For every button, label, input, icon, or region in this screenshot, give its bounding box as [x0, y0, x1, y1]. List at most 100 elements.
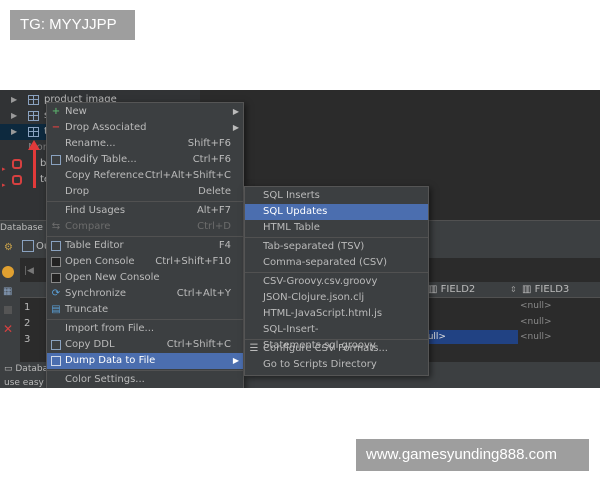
submenu-item-sql-inserts[interactable]: SQL Inserts	[245, 188, 428, 204]
menu-item-compare[interactable]: ⇆ Compare Ctrl+D	[47, 219, 243, 235]
datasource-icon	[12, 175, 22, 185]
submenu-item-csv-groovy[interactable]: CSV-Groovy.csv.groovy	[245, 274, 428, 290]
menu-item-shortcut: Ctrl+F6	[192, 154, 231, 165]
ide-window: ▶ product image ▶ s ▶ t Mor ▸ b ▸ te	[0, 90, 600, 388]
watermark-bottom-right: www.gamesyunding888.com	[356, 439, 589, 471]
menu-separator	[245, 339, 428, 340]
table-icon	[28, 127, 39, 137]
status-text: use easy	[4, 378, 44, 388]
menu-item-label: Modify Table...	[65, 154, 137, 165]
submenu-item-configure-csv[interactable]: ☰ Configure CSV Formats...	[245, 341, 428, 357]
menu-item-open-new-console[interactable]: Open New Console	[47, 270, 243, 286]
menu-item-label: Drop Associated	[65, 122, 147, 133]
column-header-field3[interactable]: ▥ FIELD3	[522, 284, 569, 295]
menu-item-open-console[interactable]: Open Console Ctrl+Shift+F10	[47, 254, 243, 270]
menu-item-import-from-file[interactable]: Import from File...	[47, 321, 243, 337]
menu-item-synchronize[interactable]: ⟳ Synchronize Ctrl+Alt+Y	[47, 286, 243, 302]
configure-icon: ☰	[249, 343, 259, 354]
stop-icon[interactable]	[4, 306, 12, 314]
menu-separator	[47, 201, 243, 202]
red-arrow-annotation	[28, 140, 40, 188]
menu-item-shortcut: Ctrl+Alt+Shift+C	[144, 170, 231, 181]
bottom-tab-database[interactable]: ▭ Databa	[4, 364, 48, 374]
menu-item-table-editor[interactable]: Table Editor F4	[47, 238, 243, 254]
watermark-top-left: TG: MYYJJPP	[10, 10, 135, 40]
menu-item-copy-reference[interactable]: Copy Reference Ctrl+Alt+Shift+C	[47, 168, 243, 184]
bottom-tab-label: Databa	[15, 364, 49, 374]
first-page-icon[interactable]: |◀	[24, 266, 34, 276]
sort-icon[interactable]: ⇕	[510, 285, 517, 294]
table-icon	[28, 111, 39, 121]
menu-item-label: Rename...	[65, 138, 116, 149]
table-icon	[51, 155, 61, 165]
menu-item-modify-table[interactable]: Modify Table... Ctrl+F6	[47, 152, 243, 168]
grid-icon[interactable]: ▦	[3, 286, 12, 297]
submenu-item-csv[interactable]: Comma-separated (CSV)	[245, 255, 428, 271]
column-label: FIELD2	[440, 284, 476, 295]
menu-item-label: Copy DDL	[65, 339, 115, 350]
menu-item-shortcut: Ctrl+Alt+Y	[176, 288, 231, 299]
grid-cell[interactable]: <null>	[520, 301, 552, 311]
wrench-icon[interactable]: ⚙	[4, 242, 13, 253]
table-editor-icon	[51, 241, 61, 251]
menu-item-label: Open New Console	[65, 272, 160, 283]
grid-cell[interactable]: <null>	[520, 317, 552, 327]
menu-item-shortcut: Alt+F7	[196, 205, 231, 216]
menu-item-shortcut: Ctrl+D	[197, 221, 231, 232]
expand-triangle-icon[interactable]: ▶	[11, 108, 17, 124]
plugin-icon[interactable]	[2, 266, 14, 278]
menu-item-shortcut: Ctrl+Shift+C	[166, 339, 231, 350]
menu-item-truncate[interactable]: ▤ Truncate	[47, 302, 243, 318]
minus-icon: −	[51, 122, 61, 133]
menu-item-shortcut: Ctrl+Shift+F10	[155, 256, 231, 267]
expand-triangle-icon[interactable]: ▶	[11, 92, 17, 108]
menu-item-rename[interactable]: Rename... Shift+F6	[47, 136, 243, 152]
menu-item-label: Import from File...	[65, 323, 155, 334]
menu-separator	[245, 272, 428, 273]
grid-cell[interactable]: <null>	[520, 332, 552, 342]
menu-item-new[interactable]: + New ▶	[47, 104, 243, 120]
expand-triangle-icon[interactable]: ▶	[11, 124, 17, 140]
submenu-arrow-icon: ▶	[232, 356, 239, 365]
menu-item-label: Color Settings...	[65, 374, 145, 385]
submenu-arrow-icon: ▶	[232, 123, 239, 132]
submenu-item-sql-insert-statements[interactable]: SQL-Insert-Statements.sql.groovy	[245, 322, 428, 351]
menu-item-color-settings[interactable]: Color Settings...	[47, 372, 243, 388]
menu-item-label: Synchronize	[65, 288, 126, 299]
datasource-icon	[12, 159, 22, 169]
menu-item-label: Copy Reference	[65, 170, 144, 181]
close-icon[interactable]: ✕	[3, 322, 13, 336]
row-number: 2	[24, 318, 31, 329]
menu-separator	[47, 236, 243, 237]
submenu-item-label: SQL Inserts	[263, 190, 320, 201]
copy-ddl-icon	[51, 340, 61, 350]
table-icon	[28, 95, 39, 105]
menu-item-dump-data-to-file[interactable]: Dump Data to File ▶	[47, 353, 243, 369]
submenu-item-label: CSV-Groovy.csv.groovy	[263, 276, 378, 287]
new-console-icon	[51, 273, 61, 283]
menu-item-copy-ddl[interactable]: Copy DDL Ctrl+Shift+C	[47, 337, 243, 353]
submenu-item-html-table[interactable]: HTML Table	[245, 220, 428, 236]
dump-submenu: SQL Inserts SQL Updates HTML Table Tab-s…	[244, 186, 429, 376]
submenu-item-label: JSON-Clojure.json.clj	[263, 292, 365, 303]
submenu-item-sql-updates[interactable]: SQL Updates	[245, 204, 428, 220]
menu-item-drop[interactable]: Drop Delete	[47, 184, 243, 200]
menu-item-label: Table Editor	[65, 240, 124, 251]
column-label: FIELD3	[534, 284, 570, 295]
column-header-field2[interactable]: ▥ FIELD2	[428, 284, 475, 295]
submenu-item-html-javascript[interactable]: HTML-JavaScript.html.js	[245, 306, 428, 322]
submenu-item-json-clojure[interactable]: JSON-Clojure.json.clj	[245, 290, 428, 306]
menu-item-shortcut: Shift+F6	[187, 138, 231, 149]
truncate-icon: ▤	[51, 304, 61, 315]
menu-item-drop-associated[interactable]: − Drop Associated ▶	[47, 120, 243, 136]
submenu-item-label: Tab-separated (TSV)	[263, 241, 365, 252]
menu-item-label: Find Usages	[65, 205, 126, 216]
output-tab-icon[interactable]	[22, 240, 34, 252]
submenu-item-scripts-directory[interactable]: Go to Scripts Directory	[245, 357, 428, 373]
menu-separator	[47, 319, 243, 320]
submenu-item-label: HTML-JavaScript.html.js	[263, 308, 383, 319]
context-menu: + New ▶ − Drop Associated ▶ Rename... Sh…	[46, 102, 244, 388]
menu-item-find-usages[interactable]: Find Usages Alt+F7	[47, 203, 243, 219]
submenu-item-tsv[interactable]: Tab-separated (TSV)	[245, 239, 428, 255]
menu-item-label: Open Console	[65, 256, 135, 267]
